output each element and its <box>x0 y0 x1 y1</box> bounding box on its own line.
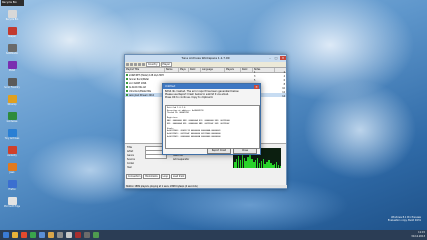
app-icon <box>7 163 17 171</box>
field-label: Genre <box>127 154 134 157</box>
clock-date[interactable]: 30.12.2013 <box>411 235 425 239</box>
column-header[interactable]: Plays <box>179 68 189 72</box>
column-header[interactable]: Players <box>225 68 241 72</box>
desktop-icon[interactable]: Recycle Bin <box>3 10 21 26</box>
column-header[interactable]: Rank <box>189 68 201 72</box>
desktop-icon-label: Tiny Archives <box>4 137 20 140</box>
tool-icon[interactable] <box>84 232 90 238</box>
desktop-icon[interactable]: Tiny Archives <box>3 129 21 145</box>
desktop-icon-label: Winamp <box>7 103 17 106</box>
app-icon <box>7 95 17 103</box>
top-tab: Recycle Bin <box>1 0 24 6</box>
desktop-icon-label: Reaper <box>8 35 16 38</box>
app-icon <box>7 78 17 86</box>
desktop-icon-label: Jaws <box>9 171 15 174</box>
app-icon <box>7 61 17 69</box>
desktop-icon[interactable]: Reaper <box>3 27 21 43</box>
media-icon[interactable] <box>30 232 36 238</box>
archives-icon[interactable] <box>39 232 45 238</box>
app-icon <box>7 180 17 188</box>
column-header[interactable]: Name <box>165 68 179 72</box>
bottom-tabs: Connection Bookmarks Loop Load track <box>126 174 187 179</box>
spectrum-bar <box>279 166 282 168</box>
column-header[interactable]: Playlist Title <box>125 68 165 72</box>
desktop-icon[interactable]: NVDA <box>3 61 21 77</box>
desktop-icon[interactable]: Audacity <box>3 146 21 162</box>
desktop-icon[interactable]: Microsoft Edge <box>3 197 21 213</box>
tab-connection[interactable]: Connection <box>126 174 143 179</box>
taskbar-icons <box>0 232 99 238</box>
app-icon <box>7 112 17 120</box>
system-tray: 11:15 30.12.2013 <box>411 231 425 239</box>
column-header[interactable]: Language <box>201 68 225 72</box>
windows-watermark: Windows 8.1 Pro Preview Evaluation copy.… <box>387 216 421 222</box>
desktop-icon-label: SAWStudio <box>6 52 18 55</box>
close-button[interactable]: ✕ <box>280 56 286 60</box>
separator-checkbox[interactable]: Add separator <box>173 158 189 161</box>
folder-icon[interactable] <box>48 232 54 238</box>
dialog-close-btn[interactable]: Close <box>233 148 257 154</box>
app2-icon[interactable] <box>66 232 72 238</box>
window-titlebar: Tune Archives Workspace 1.1.7.90 – □ ✕ <box>125 55 286 62</box>
start-icon[interactable] <box>3 232 9 238</box>
dialog-close-button[interactable]: ✕ <box>254 84 259 89</box>
desktop-icon-label: NVDA <box>8 69 16 72</box>
app-icon <box>7 27 17 35</box>
desktop-icon-label: Microsoft Edge <box>3 205 21 208</box>
speaker-icon[interactable] <box>93 232 99 238</box>
save-icon[interactable] <box>130 63 133 66</box>
error-log-textbox[interactable]: Untitled 1.0.1.0 Exception at address: 0x… <box>165 105 260 149</box>
music-icon[interactable] <box>75 232 81 238</box>
app-icon <box>7 10 17 18</box>
desktop-icon-label: Goldwave <box>6 120 18 123</box>
record-icon[interactable] <box>142 63 145 66</box>
desktop-icon-label: Sonic Foundry <box>4 86 20 89</box>
app-icon <box>7 129 17 137</box>
app-icon <box>7 44 17 52</box>
taskbar: 11:15 30.12.2013 <box>0 230 427 240</box>
tab-load-track[interactable]: Load track <box>170 174 187 179</box>
app-icon[interactable] <box>57 232 63 238</box>
browser-icon[interactable] <box>21 232 27 238</box>
desktop-icon[interactable]: SAWStudio <box>3 44 21 60</box>
desktop-icon-label: Recycle Bin <box>5 18 19 21</box>
desktop-icon[interactable]: Firefox <box>3 180 21 196</box>
error-dialog: Untitled ✕ BASS lib crashed. The error r… <box>162 83 261 155</box>
desktop-icon[interactable]: Jaws <box>3 163 21 179</box>
field-label: Codec <box>127 162 135 165</box>
log-line: 0x0012F02C: 00000000 0000000A 00000000 0… <box>167 135 221 138</box>
tab-bookmarks[interactable]: Bookmarks <box>143 174 160 179</box>
app-icon <box>7 146 17 154</box>
maximize-button[interactable]: □ <box>273 56 279 60</box>
field-label: Title <box>127 146 132 149</box>
desktop-icon[interactable]: Winamp <box>3 95 21 111</box>
field-label: Artist <box>127 150 134 153</box>
desktop-icon-label: Firefox <box>8 188 16 191</box>
field-label: Source <box>127 158 135 161</box>
explorer-icon[interactable] <box>12 232 18 238</box>
desktop-icon-label: Audacity <box>7 154 17 157</box>
field-label: Year <box>127 166 132 169</box>
report-crash-button[interactable]: Report Crash <box>207 148 231 154</box>
status-bar: Station 1889 players, playing at 1 secs,… <box>125 185 287 188</box>
window-title: Tune Archives Workspace 1.1.7.90 <box>181 56 230 60</box>
dialog-message: BASS lib crashed. The error report has b… <box>165 90 239 99</box>
desktop-icon[interactable]: Goldwave <box>3 112 21 128</box>
dialog-title: Untitled <box>165 85 176 88</box>
dialog-titlebar: Untitled ✕ <box>163 84 260 89</box>
stop-icon[interactable] <box>138 63 141 66</box>
open-icon[interactable] <box>126 63 129 66</box>
column-header[interactable]: Rank <box>241 68 253 72</box>
app-icon <box>7 197 17 205</box>
tab-loop[interactable]: Loop <box>160 174 170 179</box>
desktop-icon[interactable]: Sonic Foundry <box>3 78 21 94</box>
play-icon[interactable] <box>134 63 137 66</box>
